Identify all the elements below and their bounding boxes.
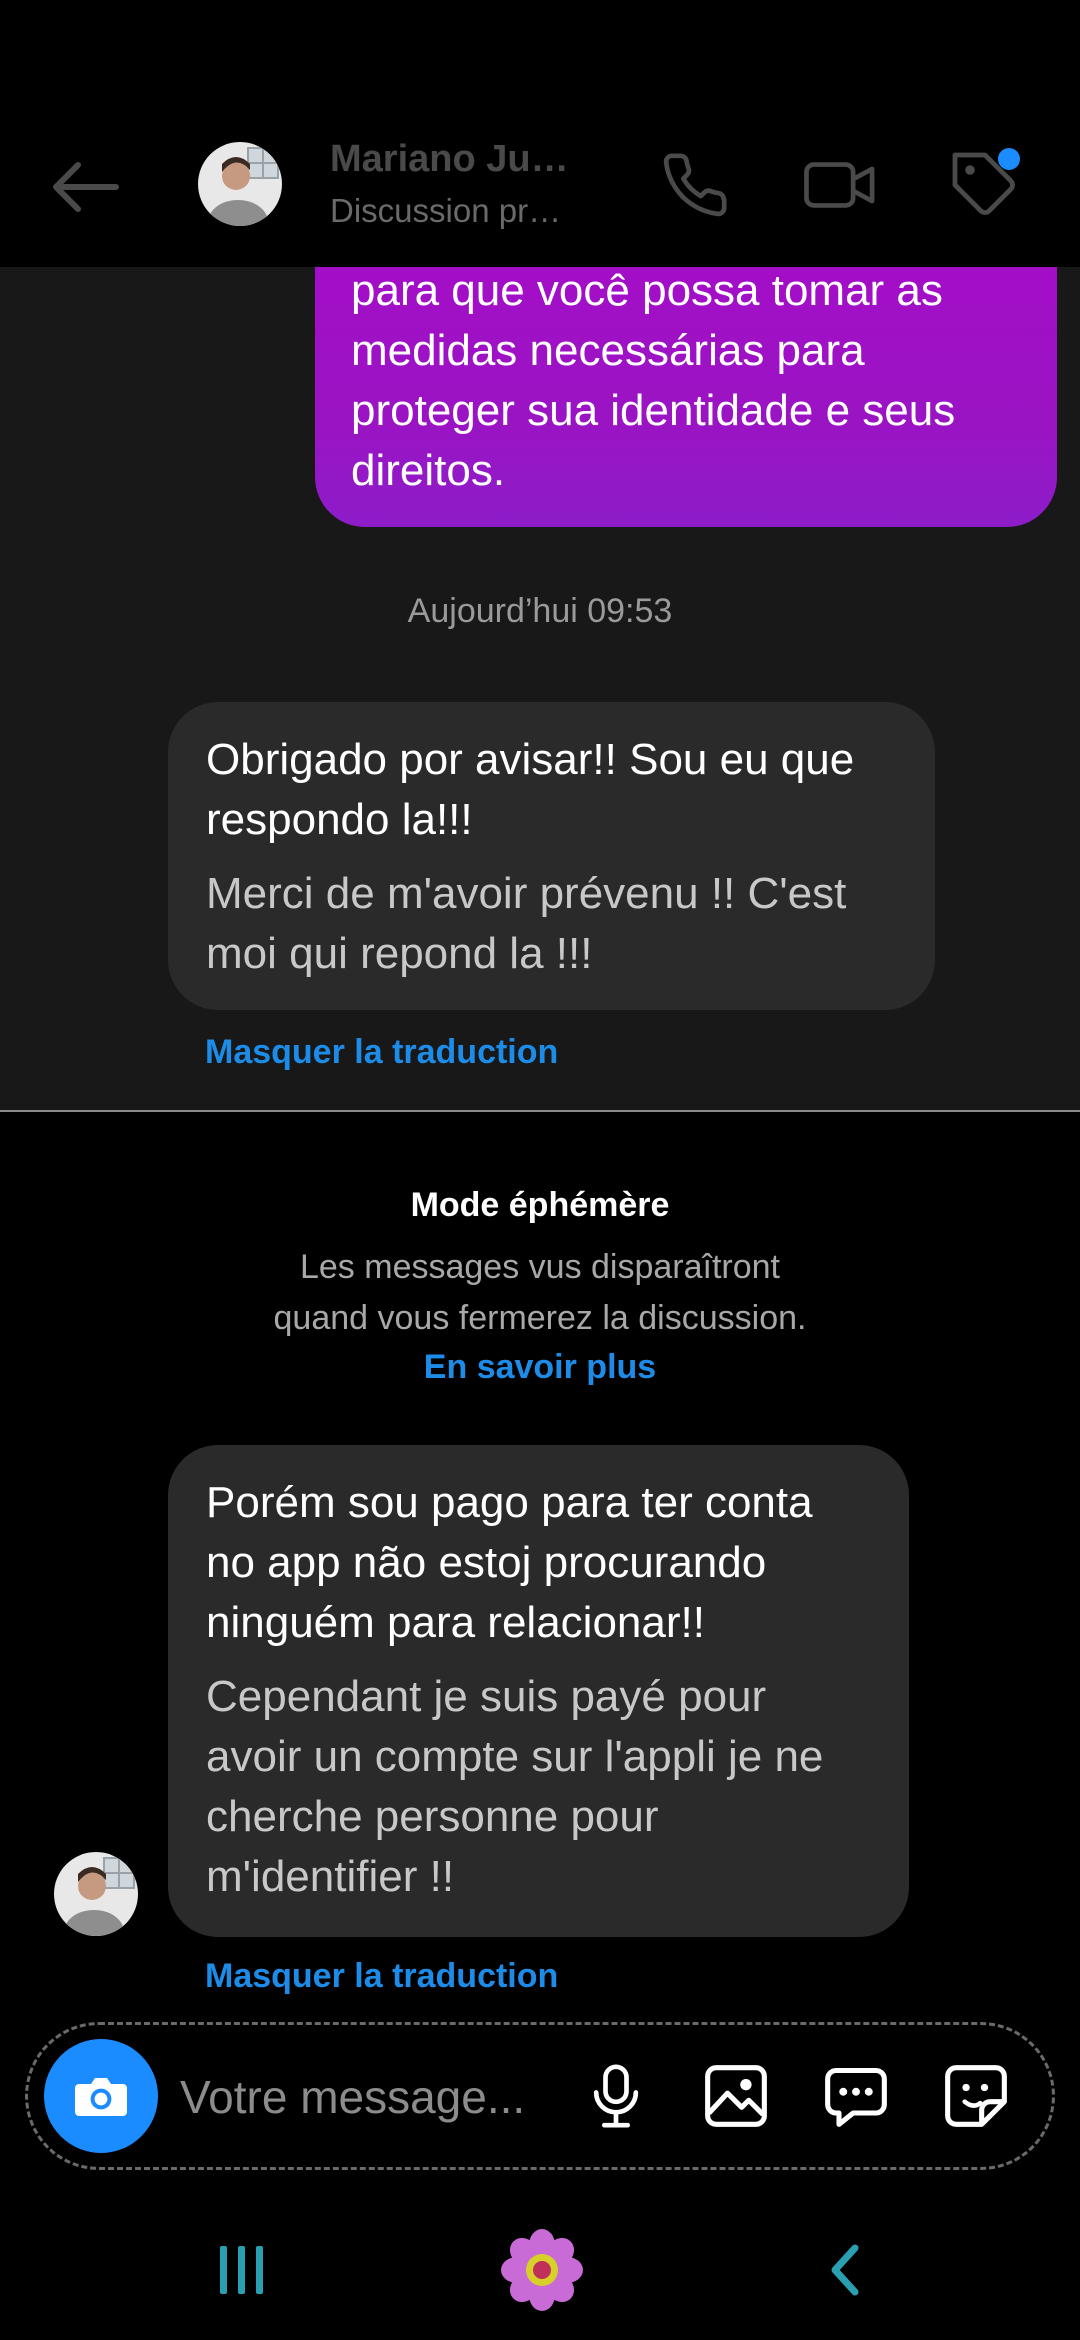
back-button[interactable] <box>42 145 126 229</box>
recent-apps-icon <box>220 2246 263 2294</box>
chat-bubble-icon <box>825 2067 887 2127</box>
contact-name[interactable]: Mariano Ju… <box>330 138 569 181</box>
voice-message-button[interactable] <box>573 2053 659 2139</box>
original-message-text: Porém sou pago para ter conta no app não… <box>206 1478 813 1647</box>
image-icon <box>705 2065 767 2127</box>
translated-message-text: Cependant je suis payé pour avoir un com… <box>206 1672 824 1901</box>
video-camera-icon <box>804 162 875 208</box>
video-call-button[interactable] <box>795 140 885 230</box>
camera-button[interactable] <box>44 2039 158 2153</box>
ephemeral-desc-line2: quand vous fermerez la discussion. <box>273 1299 807 1337</box>
original-message-text: Obrigado por avisar!! Sou eu que respond… <box>206 735 855 844</box>
received-message-bubble[interactable]: Porém sou pago para ter conta no app não… <box>168 1445 909 1937</box>
gallery-button[interactable] <box>693 2053 779 2139</box>
contact-avatar[interactable] <box>198 142 282 226</box>
tag-button[interactable] <box>940 140 1030 230</box>
hide-translation-link[interactable]: Masquer la traduction <box>205 1957 558 1996</box>
message-composer <box>25 2022 1055 2170</box>
translated-message-text: Merci de m'avoir prévenu !! C'est moi qu… <box>206 869 847 978</box>
chat-history: para que você possa tomar as medidas nec… <box>0 266 1080 1111</box>
sent-message-bubble[interactable]: para que você possa tomar as medidas nec… <box>315 266 1057 527</box>
chat-subtitle[interactable]: Discussion pr… <box>330 192 561 230</box>
microphone-icon <box>593 2064 639 2128</box>
ephemeral-mode-description: Les messages vus disparaîtront quand vou… <box>0 1242 1080 1344</box>
learn-more-link[interactable]: En savoir plus <box>0 1348 1080 1387</box>
notification-dot <box>998 148 1020 170</box>
back-arrow-icon <box>53 162 119 212</box>
phone-icon <box>663 153 727 217</box>
recent-apps-button[interactable] <box>182 2220 302 2320</box>
call-button[interactable] <box>650 140 740 230</box>
message-input[interactable] <box>180 2065 560 2129</box>
divider <box>0 1110 1080 1112</box>
home-flower-icon <box>501 2229 583 2311</box>
home-button[interactable] <box>482 2220 602 2320</box>
received-message-bubble[interactable]: Obrigado por avisar!! Sou eu que respond… <box>168 702 935 1010</box>
message-timestamp: Aujourd’hui 09:53 <box>407 592 673 630</box>
back-navigation-button[interactable] <box>785 2220 905 2320</box>
sticker-icon <box>945 2065 1007 2127</box>
sent-message-text: para que você possa tomar as medidas nec… <box>351 266 956 495</box>
ephemeral-mode-title: Mode éphémère <box>410 1186 670 1224</box>
hide-translation-link[interactable]: Masquer la traduction <box>205 1033 558 1072</box>
system-navigation-bar <box>0 2200 1080 2340</box>
chat-header: Mariano Ju… Discussion pr… <box>0 0 1080 267</box>
ephemeral-desc-line1: Les messages vus disparaîtront <box>299 1248 781 1286</box>
back-chevron-icon <box>831 2244 859 2296</box>
quick-reply-button[interactable] <box>813 2053 899 2139</box>
sticker-button[interactable] <box>933 2053 1019 2139</box>
sender-avatar[interactable] <box>54 1852 138 1936</box>
camera-icon <box>75 2078 127 2116</box>
